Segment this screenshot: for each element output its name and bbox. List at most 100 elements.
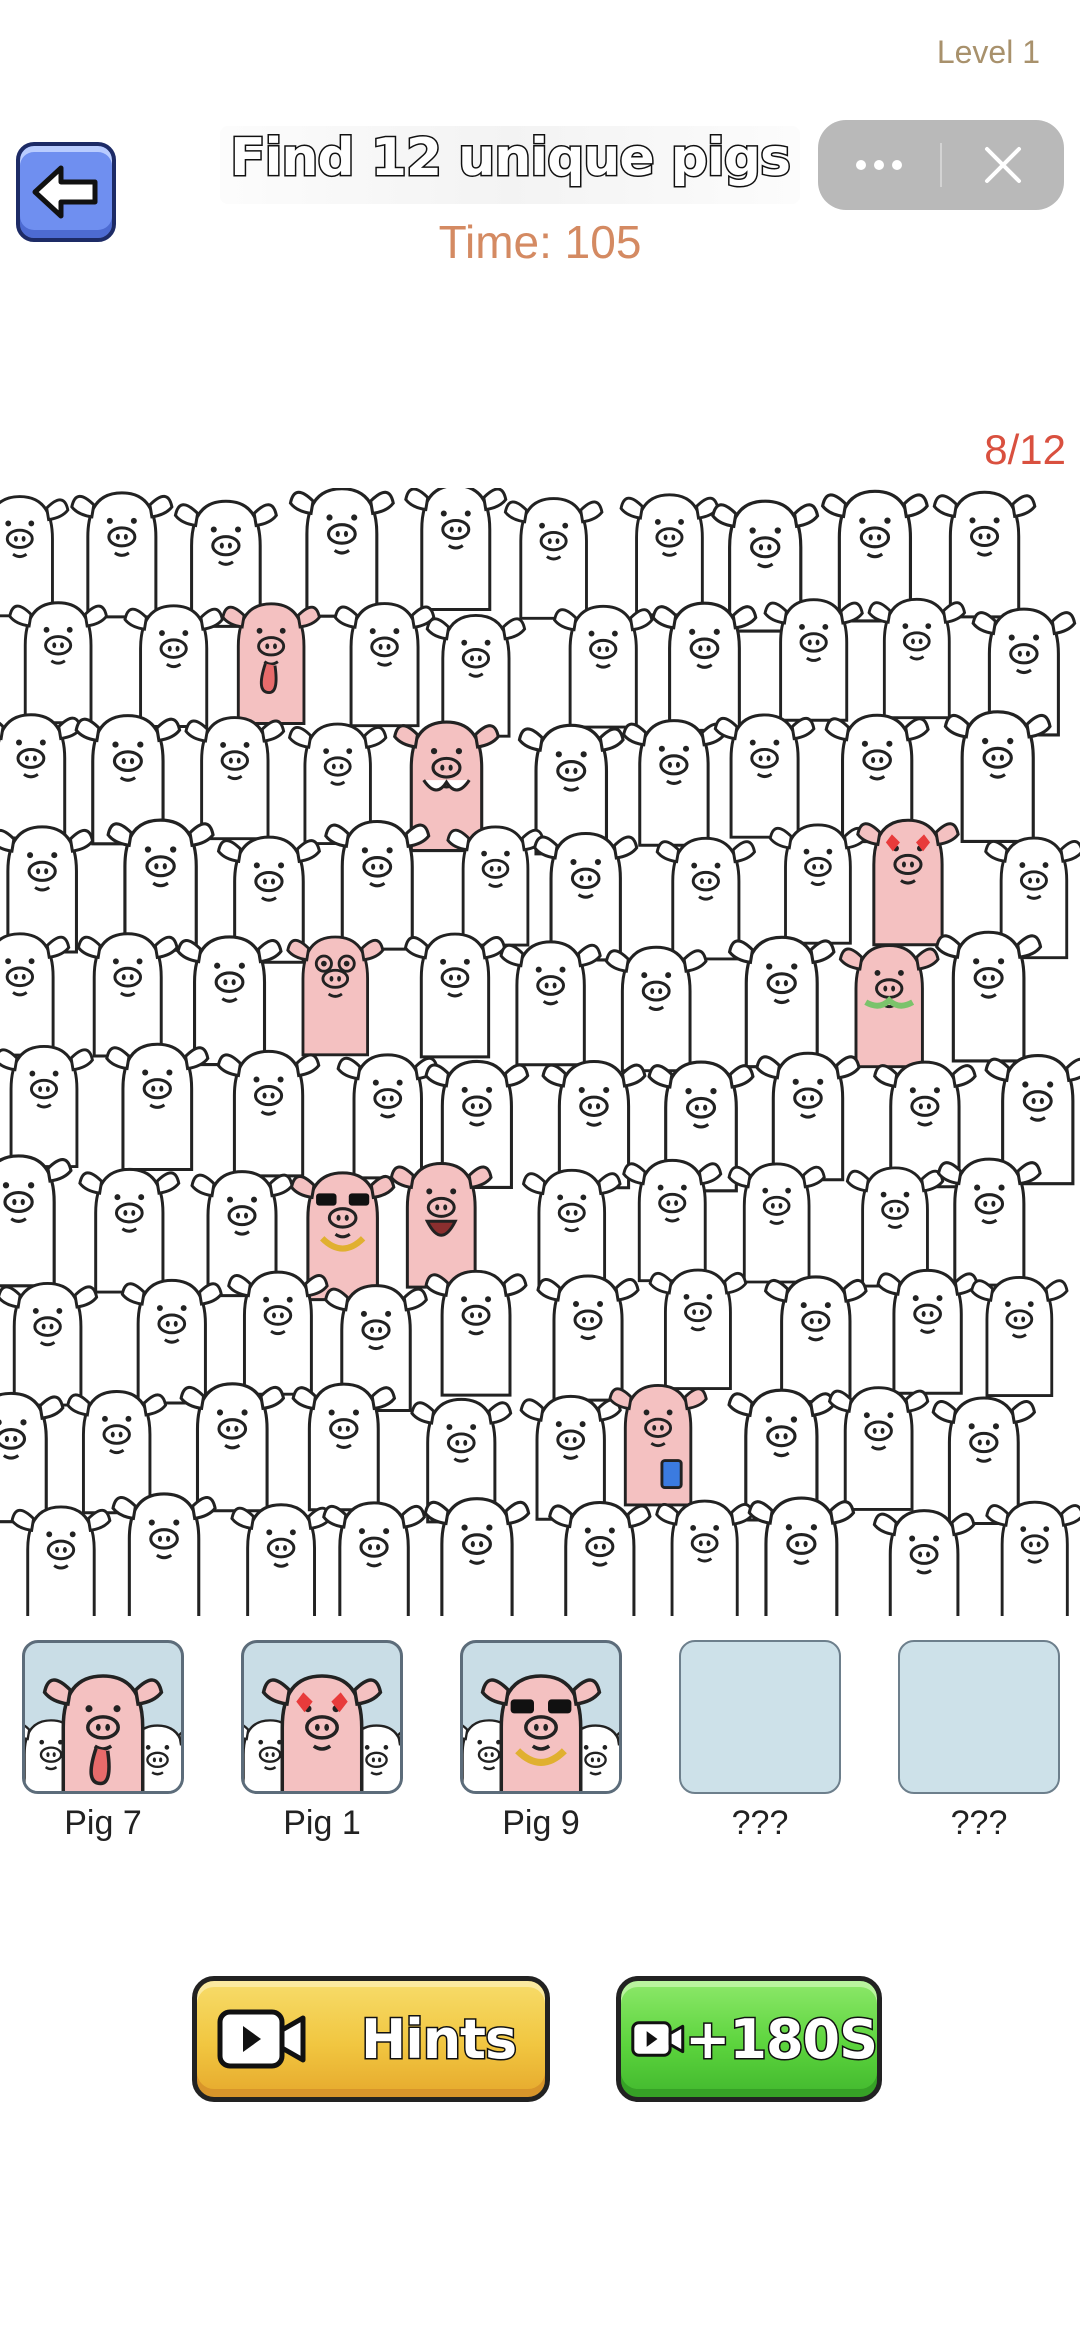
crowd-pig[interactable] <box>827 1386 930 1511</box>
crowd-pig[interactable] <box>622 719 726 847</box>
crowd-pig[interactable] <box>179 1382 286 1513</box>
crowd-pig[interactable] <box>872 1509 976 1616</box>
crowd-pig[interactable] <box>521 1168 622 1292</box>
crowd-pig[interactable] <box>176 935 283 1067</box>
crowd-pig[interactable] <box>78 1167 181 1294</box>
slot-label: ??? <box>950 1804 1008 1842</box>
crowd-pig[interactable] <box>288 488 395 618</box>
found-slot-4 <box>679 1640 841 1794</box>
crowd-pig[interactable] <box>105 1042 210 1172</box>
crowd-pig[interactable] <box>423 1497 531 1616</box>
crowd-pig[interactable] <box>0 495 70 618</box>
found-pigs-row: Pig 7 Pig 1 Pig 9 ??? ??? <box>0 1640 1080 1850</box>
crowd-pig[interactable] <box>876 1268 979 1395</box>
crowd-pig[interactable] <box>548 1500 652 1616</box>
crowd-pig[interactable] <box>936 1157 1042 1287</box>
crowd-pig[interactable] <box>184 716 286 841</box>
arrow-left-icon <box>32 165 98 219</box>
crowd-pig[interactable] <box>768 823 868 945</box>
found-counter: 8/12 <box>984 426 1066 473</box>
slot-label: Pig 1 <box>283 1804 361 1842</box>
pig-crowd-scene[interactable] <box>0 488 1080 1616</box>
crowd-pig[interactable] <box>747 1496 856 1616</box>
crowd-pig[interactable] <box>0 1044 94 1168</box>
crowd-pig[interactable] <box>503 497 604 620</box>
unique-pig[interactable] <box>389 1161 493 1289</box>
found-pig-thumbnail <box>463 1674 619 1791</box>
crowd-pig[interactable] <box>727 1162 826 1284</box>
close-icon <box>985 147 1021 183</box>
crowd-pig[interactable] <box>70 491 174 619</box>
crowd-pig[interactable] <box>333 602 436 728</box>
hints-button[interactable]: Hints <box>192 1976 550 2102</box>
crowd-pig[interactable] <box>604 945 708 1073</box>
crowd-pig[interactable] <box>622 1158 723 1283</box>
unique-pig <box>261 1674 383 1791</box>
crowd-pig[interactable] <box>499 940 602 1067</box>
crowd-pig[interactable] <box>10 1505 112 1616</box>
crowd-pig[interactable] <box>755 1051 861 1182</box>
crowd-pig[interactable] <box>648 1268 748 1391</box>
video-camera-icon <box>217 2009 306 2069</box>
crowd-pig[interactable] <box>403 932 507 1059</box>
crowd-pig[interactable] <box>425 613 527 738</box>
add-time-button[interactable]: +180S <box>616 1976 882 2102</box>
add-time-label: +180S <box>684 2006 880 2072</box>
crowd-pig[interactable] <box>291 1382 397 1512</box>
found-slot-1 <box>22 1640 184 1794</box>
crowd-pig[interactable] <box>970 1275 1069 1398</box>
slot-label: ??? <box>731 1804 789 1842</box>
crowd-pig[interactable] <box>713 713 816 839</box>
found-pig-thumbnail <box>25 1674 181 1791</box>
crowd-pig[interactable] <box>404 488 508 612</box>
crowd-pig[interactable] <box>120 1278 223 1405</box>
crowd-pig[interactable] <box>0 1281 99 1407</box>
unique-pig[interactable] <box>856 818 960 947</box>
unique-pig[interactable] <box>221 602 321 725</box>
crowd-pig[interactable] <box>0 1391 65 1524</box>
crowd-pig[interactable] <box>763 598 864 722</box>
crowd-pig[interactable] <box>845 1166 945 1288</box>
crowd-pig[interactable] <box>424 1269 528 1397</box>
more-button[interactable] <box>818 120 940 210</box>
crowd-pig[interactable] <box>324 819 431 951</box>
crowd-pig[interactable] <box>655 1499 755 1616</box>
unique-pig[interactable] <box>608 1384 708 1507</box>
crowd-pig[interactable] <box>322 1501 427 1616</box>
crowd-pig[interactable] <box>216 1049 321 1178</box>
crowd-pig[interactable] <box>0 932 71 1057</box>
crowd-pig[interactable] <box>519 1394 622 1521</box>
video-camera-icon <box>631 2021 685 2057</box>
crowd-pig[interactable] <box>227 1270 329 1396</box>
crowd-pig[interactable] <box>867 597 967 720</box>
crowd-pig[interactable] <box>76 932 179 1058</box>
unique-pig[interactable] <box>286 935 385 1057</box>
crowd-pig[interactable] <box>943 710 1052 844</box>
crowd-pig[interactable] <box>935 930 1043 1063</box>
crowd-pig[interactable] <box>763 1275 868 1404</box>
crowd-pig[interactable] <box>985 1500 1080 1616</box>
pig-crowd[interactable] <box>0 488 1080 1616</box>
crowd-pig[interactable] <box>123 604 224 728</box>
unique-pig[interactable] <box>838 944 940 1069</box>
crowd-pig[interactable] <box>446 825 545 947</box>
crowd-pig[interactable] <box>932 490 1037 619</box>
crowd-pig[interactable] <box>727 935 836 1069</box>
crowd-pig[interactable] <box>0 713 83 840</box>
crowd-pig[interactable] <box>111 1492 217 1616</box>
crowd-pig[interactable] <box>230 1503 332 1616</box>
crowd-pig[interactable] <box>619 493 720 617</box>
mini-program-capsule <box>818 120 1064 210</box>
close-button[interactable] <box>942 120 1064 210</box>
crowd-pig[interactable] <box>651 601 758 732</box>
level-label: Level 1 <box>936 34 1040 70</box>
crowd-pig[interactable] <box>552 604 654 729</box>
crowd-pig[interactable] <box>536 1274 640 1402</box>
crowd-pig[interactable] <box>106 818 215 952</box>
found-slot-3 <box>460 1640 622 1794</box>
crowd-pig[interactable] <box>0 1154 73 1288</box>
crowd-pig[interactable] <box>336 1053 439 1180</box>
page-title: Find 12 unique pigs <box>229 127 793 190</box>
crowd-pig[interactable] <box>8 601 109 725</box>
found-slot-5 <box>898 1640 1060 1794</box>
